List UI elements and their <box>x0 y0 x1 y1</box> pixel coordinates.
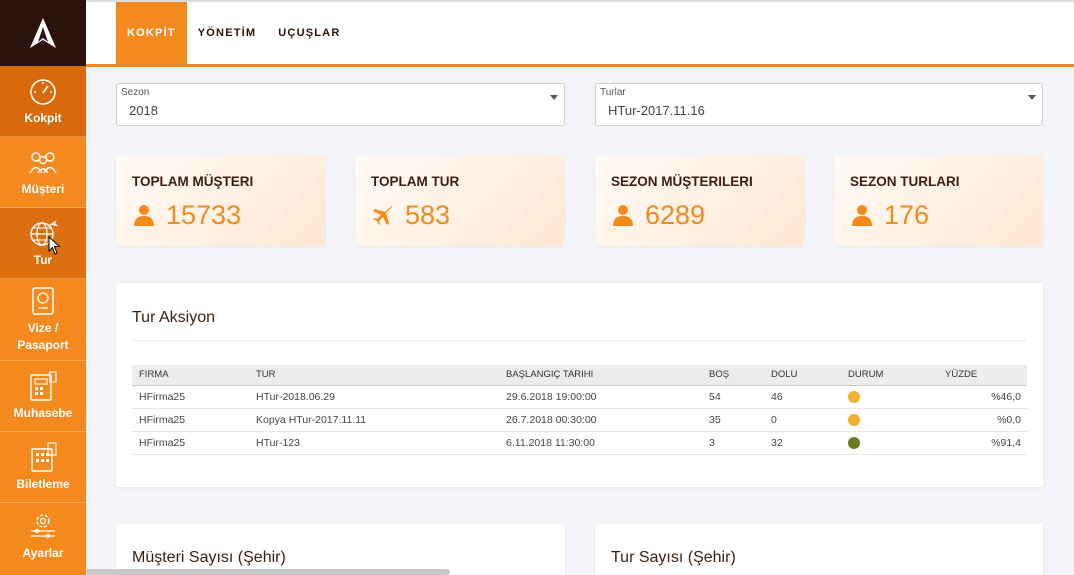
sidebar-item-label: Ayarlar <box>22 546 64 560</box>
user-icon <box>613 205 633 226</box>
settings-icon <box>31 514 55 538</box>
stat-title: TOPLAM TUR <box>371 174 460 189</box>
stat-card-total-customers: TOPLAM MÜŞTERI 15733 <box>116 155 325 246</box>
status-dot <box>848 390 860 403</box>
stat-title: TOPLAM MÜŞTERI <box>132 174 254 189</box>
cell-firma: HFirma25 <box>132 431 249 455</box>
chevron-down-icon <box>1028 95 1036 100</box>
cell-yuzde: %0,0 <box>938 408 1027 432</box>
tours-select-label: Turlar <box>600 87 626 98</box>
sidebar-item-label: Vize / Pasaport <box>17 321 69 352</box>
cell-tur: HTur-2018.06.29 <box>249 385 499 409</box>
horizontal-scrollbar[interactable] <box>86 569 450 575</box>
cell-start: 26.7.2018 00:30:00 <box>499 408 702 432</box>
tab-kokpit[interactable]: KOKPİT <box>116 2 187 64</box>
cell-durum <box>841 385 938 409</box>
tour-action-panel: Tur Aksiyon FIRMA TUR BAŞLANGIÇ TARIHI B… <box>116 283 1043 487</box>
tab-yonetim[interactable]: YÖNETİM <box>187 2 268 64</box>
sidebar-item-tur[interactable]: Tur <box>0 208 86 279</box>
stat-title: SEZON TURLARI <box>850 174 960 189</box>
cell-yuzde: %46,0 <box>938 385 1027 409</box>
cell-tur: Kopya HTur-2017.11.11 <box>249 408 499 432</box>
cell-start: 6.11.2018 11:30:00 <box>499 431 702 455</box>
cell-start: 29.6.2018 19:00:00 <box>499 385 702 409</box>
app-logo[interactable] <box>0 0 86 66</box>
sidebar-item-label: Müşteri <box>21 182 65 196</box>
season-select-value: 2018 <box>129 103 158 118</box>
column-header-dolu[interactable]: DOLU <box>764 365 841 386</box>
cell-dolu: 32 <box>764 431 841 455</box>
people-icon <box>29 152 57 174</box>
stat-value: 176 <box>884 200 930 230</box>
stat-value: 6289 <box>645 200 706 230</box>
column-header-yuzde[interactable]: YÜZDE <box>938 365 1027 386</box>
tour-by-city-panel: Tur Sayısı (Şehir) <box>595 524 1043 575</box>
tours-select[interactable]: Turlar HTur-2017.11.16 <box>595 83 1043 126</box>
sidebar-item-label: Muhasebe <box>13 406 73 420</box>
mouse-cursor-icon <box>48 236 61 255</box>
table-row[interactable]: HFirma25 HTur-2018.06.29 29.6.2018 19:00… <box>132 385 1027 409</box>
cell-durum <box>841 431 938 455</box>
cell-firma: HFirma25 <box>132 385 249 409</box>
chevron-down-icon <box>550 95 558 100</box>
cell-dolu: 46 <box>764 385 841 409</box>
ticket-icon <box>31 442 57 472</box>
sidebar-item-label: Biletleme <box>16 477 70 491</box>
column-header-bos[interactable]: BOŞ <box>702 365 764 386</box>
cell-dolu: 0 <box>764 408 841 432</box>
sidebar-item-label: Kokpit <box>24 111 62 125</box>
top-nav: KOKPİT YÖNETİM UÇUŞLAR <box>86 0 1074 67</box>
season-select-label: Sezon <box>121 87 150 98</box>
sidebar-item-vize-pasaport[interactable]: Vize / Pasaport <box>0 279 86 361</box>
stat-value: 15733 <box>166 200 242 230</box>
panel-title: Tur Sayısı (Şehir) <box>611 549 736 566</box>
sidebar: Kokpit Müşteri Tur Vize / Pasaport Muhas… <box>0 0 86 575</box>
user-icon <box>134 205 154 226</box>
divider <box>132 340 1027 341</box>
status-dot <box>848 436 860 449</box>
sidebar-item-biletleme[interactable]: Biletleme <box>0 432 86 503</box>
stat-card-season-tours: SEZON TURLARI 176 <box>834 155 1043 246</box>
sidebar-item-kokpit[interactable]: Kokpit <box>0 66 86 137</box>
sidebar-item-muhasebe[interactable]: Muhasebe <box>0 361 86 432</box>
panel-title: Müşteri Sayısı (Şehir) <box>132 549 286 566</box>
stat-title: SEZON MÜŞTERILERI <box>611 174 753 189</box>
cell-tur: HTur-123 <box>249 431 499 455</box>
cell-durum <box>841 408 938 432</box>
season-select[interactable]: Sezon 2018 <box>116 83 565 126</box>
column-header-firma[interactable]: FIRMA <box>132 365 249 386</box>
panel-title: Tur Aksiyon <box>132 309 215 326</box>
table-row[interactable]: HFirma25 Kopya HTur-2017.11.11 26.7.2018… <box>132 408 1027 432</box>
calculator-icon <box>30 371 57 401</box>
cell-firma: HFirma25 <box>132 408 249 432</box>
cell-bos: 3 <box>702 431 764 455</box>
passport-icon <box>32 287 54 315</box>
plane-icon <box>373 206 392 225</box>
cell-bos: 35 <box>702 408 764 432</box>
status-dot <box>848 413 860 426</box>
tour-action-table: FIRMA TUR BAŞLANGIÇ TARIHI BOŞ DOLU DURU… <box>132 365 1027 455</box>
tours-select-value: HTur-2017.11.16 <box>608 103 705 118</box>
table-row[interactable]: HFirma25 HTur-123 6.11.2018 11:30:00 3 3… <box>132 431 1027 455</box>
logo-icon <box>30 18 56 48</box>
stat-value: 583 <box>405 200 451 230</box>
stat-card-total-tours: TOPLAM TUR 583 <box>355 155 564 246</box>
customer-by-city-panel: Müşteri Sayısı (Şehir) <box>116 524 565 575</box>
column-header-start[interactable]: BAŞLANGIÇ TARIHI <box>499 365 702 386</box>
stat-card-season-customers: SEZON MÜŞTERILERI 6289 <box>595 155 804 246</box>
column-header-durum[interactable]: DURUM <box>841 365 938 386</box>
sidebar-item-musteri[interactable]: Müşteri <box>0 137 86 208</box>
tab-ucuslar[interactable]: UÇUŞLAR <box>267 2 351 64</box>
sidebar-item-ayarlar[interactable]: Ayarlar <box>0 503 86 569</box>
column-header-tur[interactable]: TUR <box>249 365 499 386</box>
cell-yuzde: %91,4 <box>938 431 1027 455</box>
cell-bos: 54 <box>702 385 764 409</box>
table-header-row: FIRMA TUR BAŞLANGIÇ TARIHI BOŞ DOLU DURU… <box>132 365 1027 386</box>
user-icon <box>852 205 872 226</box>
gauge-icon <box>30 79 56 105</box>
